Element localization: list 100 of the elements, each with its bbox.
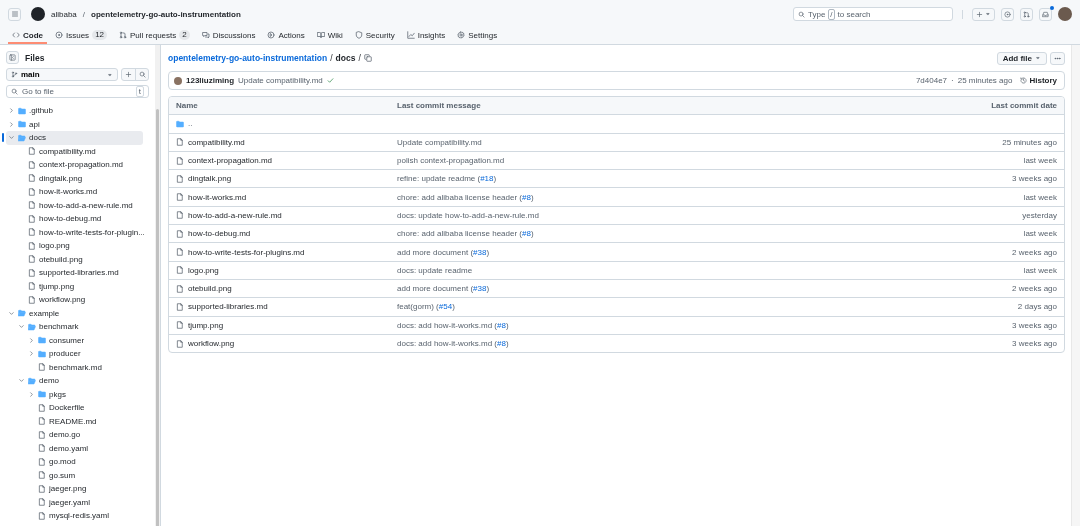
pull-requests-button[interactable] <box>1020 7 1033 21</box>
folder-item[interactable]: pkgs <box>6 387 143 401</box>
file-name-link[interactable]: dingtalk.png <box>188 174 232 184</box>
file-item[interactable]: demo.yaml <box>6 441 143 455</box>
file-name-link[interactable]: how-to-write-tests-for-plugins.md <box>188 247 305 257</box>
commit-message: polish context-propagation.md <box>397 156 505 166</box>
commit-author[interactable]: 123liuziming <box>186 76 234 85</box>
commit-hash[interactable]: 7d404e7 <box>915 76 948 85</box>
caret-icon <box>985 11 991 17</box>
file-item[interactable]: jaeger.yaml <box>6 495 143 509</box>
file-name-link[interactable]: supported-libraries.md <box>188 302 268 312</box>
file-item[interactable]: how-to-write-tests-for-plugin... <box>6 225 143 239</box>
settings-icon <box>457 31 466 39</box>
file-name-link[interactable]: tjump.png <box>188 320 224 330</box>
repo-link[interactable]: opentelemetry-go-auto-instrumentation <box>168 53 328 63</box>
discussions-icon <box>201 31 210 39</box>
file-item[interactable]: go.sum <box>6 468 143 482</box>
file-item[interactable]: README.md <box>6 414 143 428</box>
branch-selector[interactable]: main <box>6 68 118 81</box>
file-name-link[interactable]: how-to-add-a-new-rule.md <box>188 210 282 220</box>
commit-message[interactable]: Update compatibility.md <box>238 76 323 85</box>
copy-path-button[interactable] <box>363 54 372 62</box>
file-item[interactable]: how-it-works.md <box>6 185 143 199</box>
parent-folder-link[interactable]: .. <box>188 119 193 129</box>
file-item[interactable]: supported-libraries.md <box>6 266 143 280</box>
plus-icon <box>125 71 132 78</box>
search-field[interactable]: Type / to search <box>793 7 953 21</box>
go-to-file-field[interactable]: Go to file t <box>6 85 149 98</box>
chevron-down-icon <box>8 134 15 142</box>
folder-item[interactable]: .github <box>6 104 143 118</box>
scrollbar[interactable] <box>1071 45 1080 526</box>
inbox-button[interactable] <box>1039 7 1052 21</box>
file-icon <box>38 484 46 493</box>
plus-icon <box>976 10 983 18</box>
file-name-link[interactable]: workflow.png <box>188 339 235 348</box>
file-item[interactable]: otebuild.png <box>6 252 143 266</box>
sidebar-icon <box>9 54 16 61</box>
tab[interactable]: Wiki <box>312 30 347 44</box>
file-item[interactable]: go.mod <box>6 455 143 469</box>
file-item[interactable]: workflow.png <box>6 293 143 307</box>
tab[interactable]: Insights <box>402 30 450 44</box>
scrollbar[interactable] <box>155 45 160 526</box>
folder-item[interactable]: benchmark <box>6 320 143 334</box>
commit-date: 2 weeks ago <box>1012 247 1057 257</box>
file-icon <box>28 214 36 223</box>
tab[interactable]: Issues 12 <box>51 30 112 44</box>
file-item[interactable]: jaeger.png <box>6 482 143 496</box>
file-name-link[interactable]: how-to-debug.md <box>188 229 251 239</box>
folder-item[interactable]: producer <box>6 347 143 361</box>
file-item[interactable]: Dockerfile <box>6 401 143 415</box>
issues-button[interactable] <box>1001 7 1014 21</box>
folder-item[interactable]: example <box>6 306 143 320</box>
file-item[interactable]: mysql-redis.yaml <box>6 509 143 523</box>
pull-request-link[interactable]: #8 <box>497 339 506 348</box>
create-button[interactable] <box>972 7 995 21</box>
file-name-link[interactable]: context-propagation.md <box>188 156 273 166</box>
search-button[interactable] <box>135 69 148 80</box>
path-separator: / <box>330 53 333 63</box>
file-icon <box>28 268 36 277</box>
add-file-button[interactable]: Add file <box>996 51 1047 65</box>
file-item[interactable]: benchmark.md <box>6 360 143 374</box>
collapse-sidebar-button[interactable] <box>6 51 19 64</box>
file-item[interactable]: dingtalk.png <box>6 171 143 185</box>
file-name-link[interactable]: otebuild.png <box>188 284 232 294</box>
file-item[interactable]: how-to-debug.md <box>6 212 143 226</box>
more-options-button[interactable] <box>1050 51 1065 65</box>
tab[interactable]: Code <box>8 30 47 44</box>
pull-request-link[interactable]: #8 <box>522 229 531 239</box>
file-icon <box>38 457 46 466</box>
file-item[interactable]: tjump.png <box>6 279 143 293</box>
open-folder-icon <box>18 309 26 318</box>
file-item[interactable]: demo.go <box>6 428 143 442</box>
menu-button[interactable] <box>8 7 21 21</box>
tab[interactable]: Settings <box>453 30 502 44</box>
owner-link[interactable]: alibaba <box>51 9 77 19</box>
file-name-link[interactable]: compatibility.md <box>188 137 245 147</box>
pull-request-link[interactable]: #8 <box>522 192 531 202</box>
file-item[interactable]: context-propagation.md <box>6 158 143 172</box>
history-button[interactable]: History <box>1020 76 1057 85</box>
file-item[interactable]: compatibility.md <box>6 144 143 158</box>
tab[interactable]: Pull requests 2 <box>115 30 194 44</box>
file-icon <box>176 174 184 183</box>
file-name-link[interactable]: logo.png <box>188 265 219 275</box>
pull-request-link[interactable]: #8 <box>497 320 506 330</box>
pull-request-link[interactable]: #18 <box>480 174 494 184</box>
file-item[interactable]: logo.png <box>6 239 143 253</box>
file-name-link[interactable]: how-it-works.md <box>188 192 247 202</box>
avatar[interactable] <box>1058 7 1072 21</box>
repo-link[interactable]: opentelemetry-go-auto-instrumentation <box>91 9 241 19</box>
logo-icon[interactable] <box>31 7 45 21</box>
folder-item[interactable]: consumer <box>6 333 143 347</box>
folder-item[interactable]: api <box>6 117 143 131</box>
tab[interactable]: Discussions <box>197 30 260 44</box>
tab[interactable]: Actions <box>263 30 309 44</box>
file-item[interactable]: how-to-add-a-new-rule.md <box>6 198 143 212</box>
insights-icon <box>406 31 415 39</box>
folder-item[interactable]: demo <box>6 374 143 388</box>
branch-icon <box>11 71 18 78</box>
file-icon <box>176 229 184 238</box>
tab[interactable]: Security <box>350 30 399 44</box>
